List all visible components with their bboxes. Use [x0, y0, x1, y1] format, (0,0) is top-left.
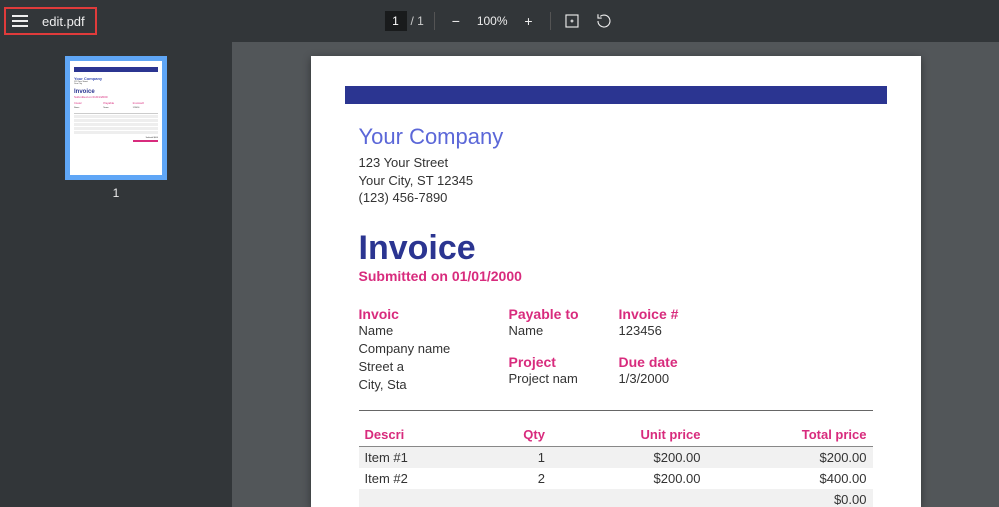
payable-to-header: Payable to [509, 306, 619, 322]
project-header: Project [509, 354, 619, 370]
table-row: Item #11$200.00$200.00 [359, 447, 873, 469]
info-section: Invoic Name Company name Street a City, … [359, 306, 873, 412]
pdf-toolbar: edit.pdf / 1 − 100% + [0, 0, 999, 42]
th-total-price: Total price [707, 423, 873, 447]
page-number-input[interactable] [384, 11, 406, 31]
invoice-no-header: Invoice # [619, 306, 709, 322]
invoice-title: Invoice [359, 229, 873, 268]
toolbar-left-highlight: edit.pdf [4, 7, 97, 35]
menu-icon[interactable] [12, 15, 28, 27]
header-bar [345, 86, 887, 104]
th-qty: Qty [478, 423, 551, 447]
due-date-header: Due date [619, 354, 709, 370]
divider [550, 12, 551, 30]
table-row: Item #22$200.00$400.00 [359, 468, 873, 489]
table-row: $0.00 [359, 489, 873, 507]
th-description: Descri [359, 423, 479, 447]
thumbnail-number: 1 [113, 186, 120, 200]
zoom-out-button[interactable]: − [445, 10, 467, 32]
page-total: / 1 [410, 14, 423, 28]
company-name: Your Company [359, 124, 873, 150]
pdf-page: Your Company 123 Your Street Your City, … [311, 56, 921, 507]
rotate-icon[interactable] [593, 10, 615, 32]
filename: edit.pdf [42, 14, 85, 29]
company-address: 123 Your Street Your City, ST 12345 (123… [359, 154, 873, 207]
invoice-for-header: Invoic [359, 306, 509, 322]
zoom-in-button[interactable]: + [518, 10, 540, 32]
page-indicator: / 1 [384, 11, 423, 31]
pdf-viewer[interactable]: Your Company 123 Your Street Your City, … [232, 42, 999, 507]
th-unit-price: Unit price [551, 423, 707, 447]
divider [434, 12, 435, 30]
page-thumbnail[interactable]: Your Company 123 Your StreetYour City In… [65, 56, 167, 180]
thumbnail-panel: Your Company 123 Your StreetYour City In… [0, 42, 232, 507]
fit-page-icon[interactable] [561, 10, 583, 32]
toolbar-center: / 1 − 100% + [384, 10, 614, 32]
items-table: Descri Qty Unit price Total price Item #… [359, 423, 873, 507]
submitted-date: Submitted on 01/01/2000 [359, 268, 873, 284]
zoom-level: 100% [477, 14, 508, 28]
